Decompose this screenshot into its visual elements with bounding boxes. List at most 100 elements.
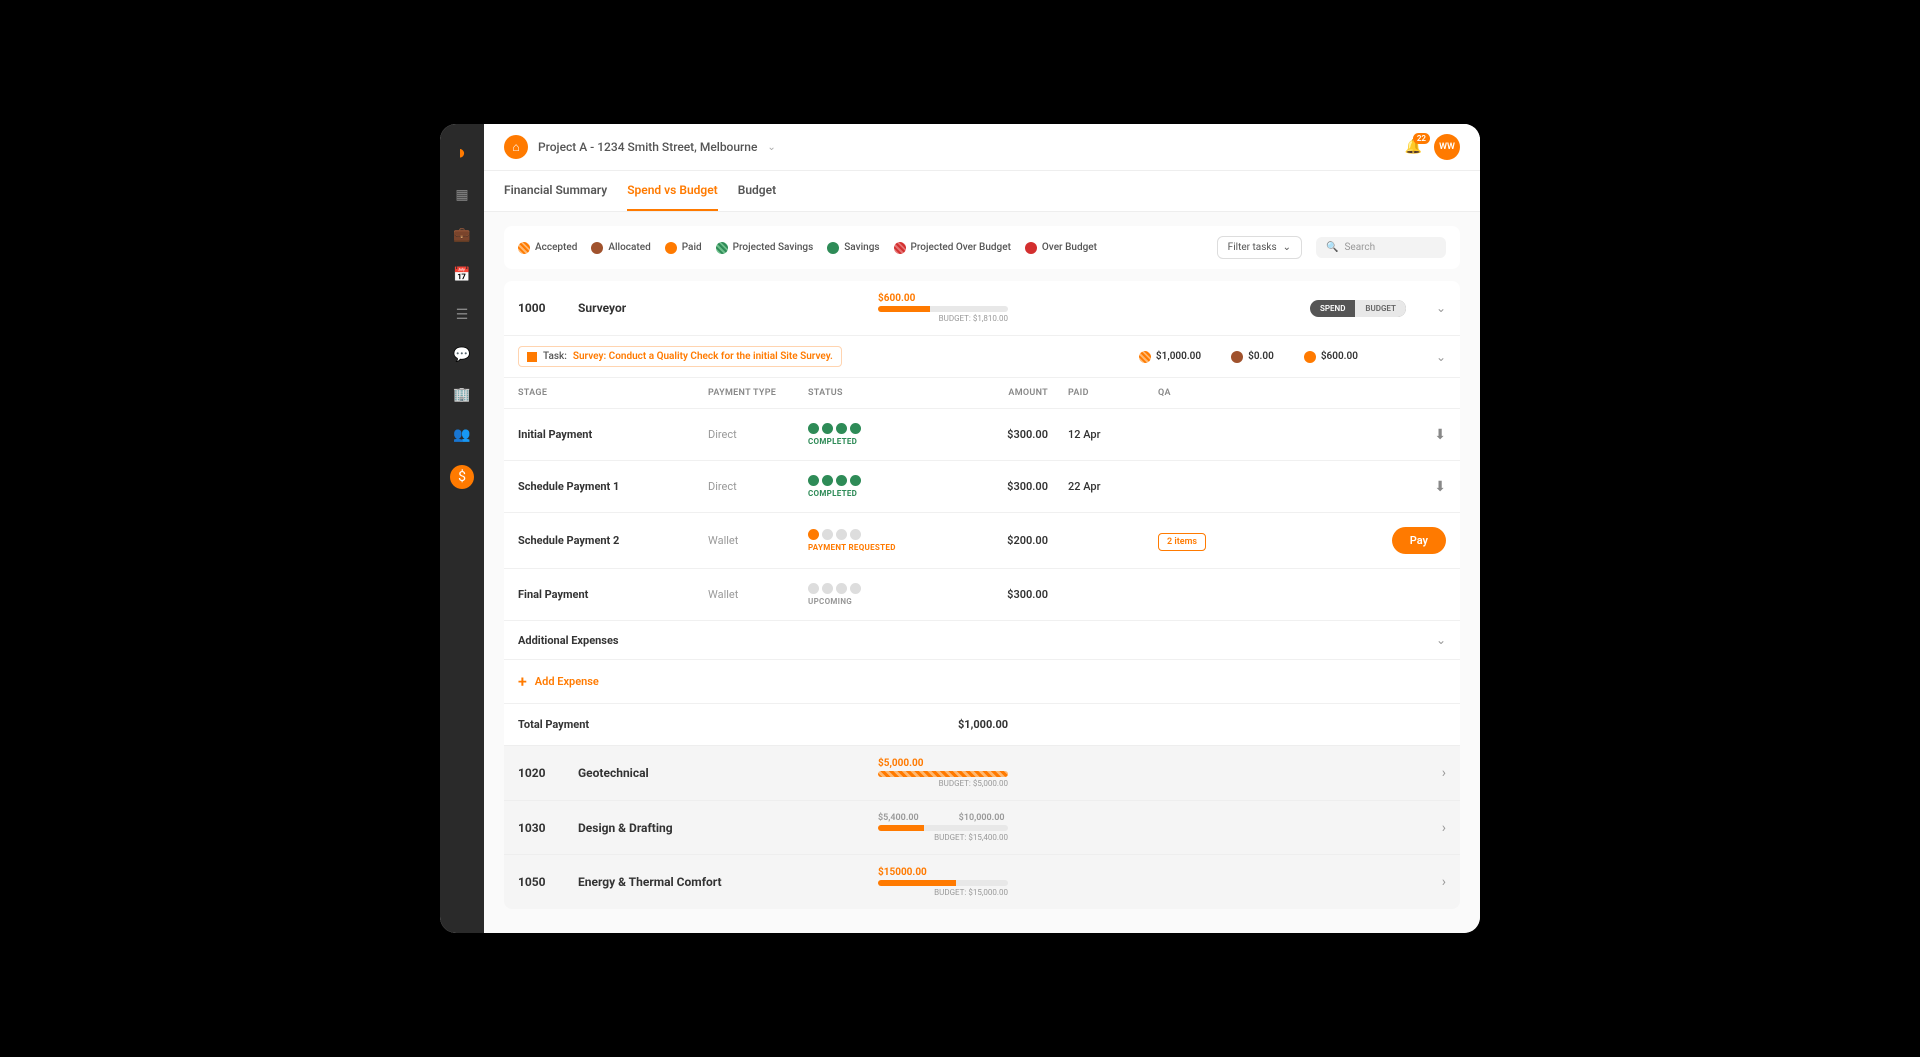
status-block: PAYMENT REQUESTED [808,529,958,552]
col-amount: AMOUNT [958,388,1048,398]
legend-projected-savings: Projected Savings [716,242,814,254]
status-dot-icon [808,583,819,594]
task-allocated: $0.00 [1231,351,1274,363]
status-dot-icon [850,529,861,540]
filter-tasks-button[interactable]: Filter tasks⌄ [1217,236,1302,259]
col-payment-type: PAYMENT TYPE [708,388,808,398]
search-input[interactable]: 🔍Search [1316,237,1446,258]
task-accepted: $1,000.00 [1139,351,1201,363]
budget-block: $600.00 BUDGET: $1,810.00 [878,293,1290,323]
chevron-down-icon[interactable]: ⌄ [767,142,775,153]
section-code: 1000 [518,301,558,315]
section-name: Surveyor [578,301,858,315]
payment-type: Direct [708,428,808,441]
row-action: ⬇ [1218,479,1446,495]
col-paid: PAID [1048,388,1138,398]
avatar[interactable]: WW [1434,134,1460,160]
allocated-dot-icon [1231,351,1243,363]
chevron-right-icon[interactable]: › [1442,874,1446,890]
status-block: COMPLETED [808,475,958,498]
toggle-spend[interactable]: SPEND [1310,300,1355,317]
collapsed-section[interactable]: 1020 Geotechnical $5,000.00 BUDGET: $5,0… [504,745,1460,800]
nav-list-icon[interactable]: ☰ [452,305,472,325]
projected-savings-dot-icon [716,242,728,254]
tab-spend-vs-budget[interactable]: Spend vs Budget [627,171,718,211]
stage-name: Final Payment [518,588,708,601]
stage-name: Schedule Payment 2 [518,534,708,547]
spend-budget-toggle[interactable]: SPEND BUDGET [1310,300,1406,317]
amount: $200.00 [958,534,1048,547]
status-dot-icon [850,475,861,486]
nav-briefcase-icon[interactable]: 💼 [452,225,472,245]
nav-finance-icon[interactable]: $ [450,465,474,489]
tab-budget[interactable]: Budget [738,171,776,211]
section-name: Geotechnical [578,766,858,780]
legend-projected-over: Projected Over Budget [894,242,1011,254]
qa-badge[interactable]: 2 items [1158,533,1206,551]
task-amounts: $1,000.00 $0.00 $600.00 [1139,351,1358,363]
toggle-budget[interactable]: BUDGET [1355,300,1406,317]
col-stage: STAGE [518,388,708,398]
chevron-down-icon[interactable]: ⌄ [1436,301,1446,315]
section-name: Design & Drafting [578,821,858,835]
status-dot-icon [836,529,847,540]
nav-chat-icon[interactable]: 💬 [452,345,472,365]
project-title[interactable]: Project A - 1234 Smith Street, Melbourne [538,140,757,154]
legend-row: Accepted Allocated Paid Projected Saving… [504,226,1460,269]
accepted-dot-icon [1139,351,1151,363]
home-icon[interactable]: ⌂ [504,135,528,159]
task-row: Task: Survey: Conduct a Quality Check fo… [504,335,1460,377]
search-icon: 🔍 [1326,242,1338,253]
allocated-dot-icon [591,242,603,254]
status-text: COMPLETED [808,437,958,446]
paid-date: 22 Apr [1048,480,1138,493]
budget-block: $5,400.00$10,000.00 BUDGET: $15,400.00 [878,813,1422,842]
app-window: ◗ ▦ 💼 📅 ☰ 💬 🏢 👥 $ ⌂ Project A - 1234 Smi… [440,124,1480,933]
add-expense-button[interactable]: + Add Expense [504,659,1460,703]
status-dot-icon [808,529,819,540]
download-icon[interactable]: ⬇ [1434,427,1446,443]
over-budget-dot-icon [1025,242,1037,254]
task-label[interactable]: Task: Survey: Conduct a Quality Check fo… [518,346,842,367]
payment-type: Wallet [708,534,808,547]
chevron-right-icon[interactable]: › [1442,765,1446,781]
chevron-down-icon[interactable]: ⌄ [1436,633,1446,647]
status-block: COMPLETED [808,423,958,446]
logo-icon: ◗ [456,140,468,165]
tab-financial-summary[interactable]: Financial Summary [504,171,607,211]
section-code: 1020 [518,766,558,780]
collapsed-section[interactable]: 1030 Design & Drafting $5,400.00$10,000.… [504,800,1460,854]
section-code: 1050 [518,875,558,889]
legend-allocated: Allocated [591,242,650,254]
header: ⌂ Project A - 1234 Smith Street, Melbour… [484,124,1480,171]
download-icon[interactable]: ⬇ [1434,479,1446,495]
budget-label: BUDGET: $1,810.00 [878,314,1008,323]
legend-over-budget: Over Budget [1025,242,1097,254]
total-row: Total Payment $1,000.00 [504,703,1460,745]
sidebar: ◗ ▦ 💼 📅 ☰ 💬 🏢 👥 $ [440,124,484,933]
nav-people-icon[interactable]: 👥 [452,425,472,445]
nav-calendar-icon[interactable]: 📅 [452,265,472,285]
status-text: UPCOMING [808,597,958,606]
pay-button[interactable]: Pay [1392,527,1446,554]
notification-bell-icon[interactable]: 🔔22 [1405,139,1422,155]
paid-date: 12 Apr [1048,428,1138,441]
section-surveyor: 1000 Surveyor $600.00 BUDGET: $1,810.00 … [504,281,1460,909]
nav-building-icon[interactable]: 🏢 [452,385,472,405]
chevron-right-icon[interactable]: › [1442,820,1446,836]
collapsed-section[interactable]: 1050 Energy & Thermal Comfort $15000.00 … [504,854,1460,909]
notification-badge: 22 [1413,133,1430,144]
legend-paid: Paid [665,242,702,254]
task-paid: $600.00 [1304,351,1358,363]
budget-block: $15000.00 BUDGET: $15,000.00 [878,867,1422,897]
spend-value: $600.00 [878,293,1290,304]
nav-dashboard-icon[interactable]: ▦ [452,185,472,205]
section-header: 1000 Surveyor $600.00 BUDGET: $1,810.00 … [504,281,1460,335]
tabs: Financial Summary Spend vs Budget Budget [484,171,1480,212]
status-text: PAYMENT REQUESTED [808,543,958,552]
chevron-down-icon[interactable]: ⌄ [1436,350,1446,364]
status-dot-icon [808,475,819,486]
section-code: 1030 [518,821,558,835]
content: Accepted Allocated Paid Projected Saving… [484,212,1480,933]
status-block: UPCOMING [808,583,958,606]
